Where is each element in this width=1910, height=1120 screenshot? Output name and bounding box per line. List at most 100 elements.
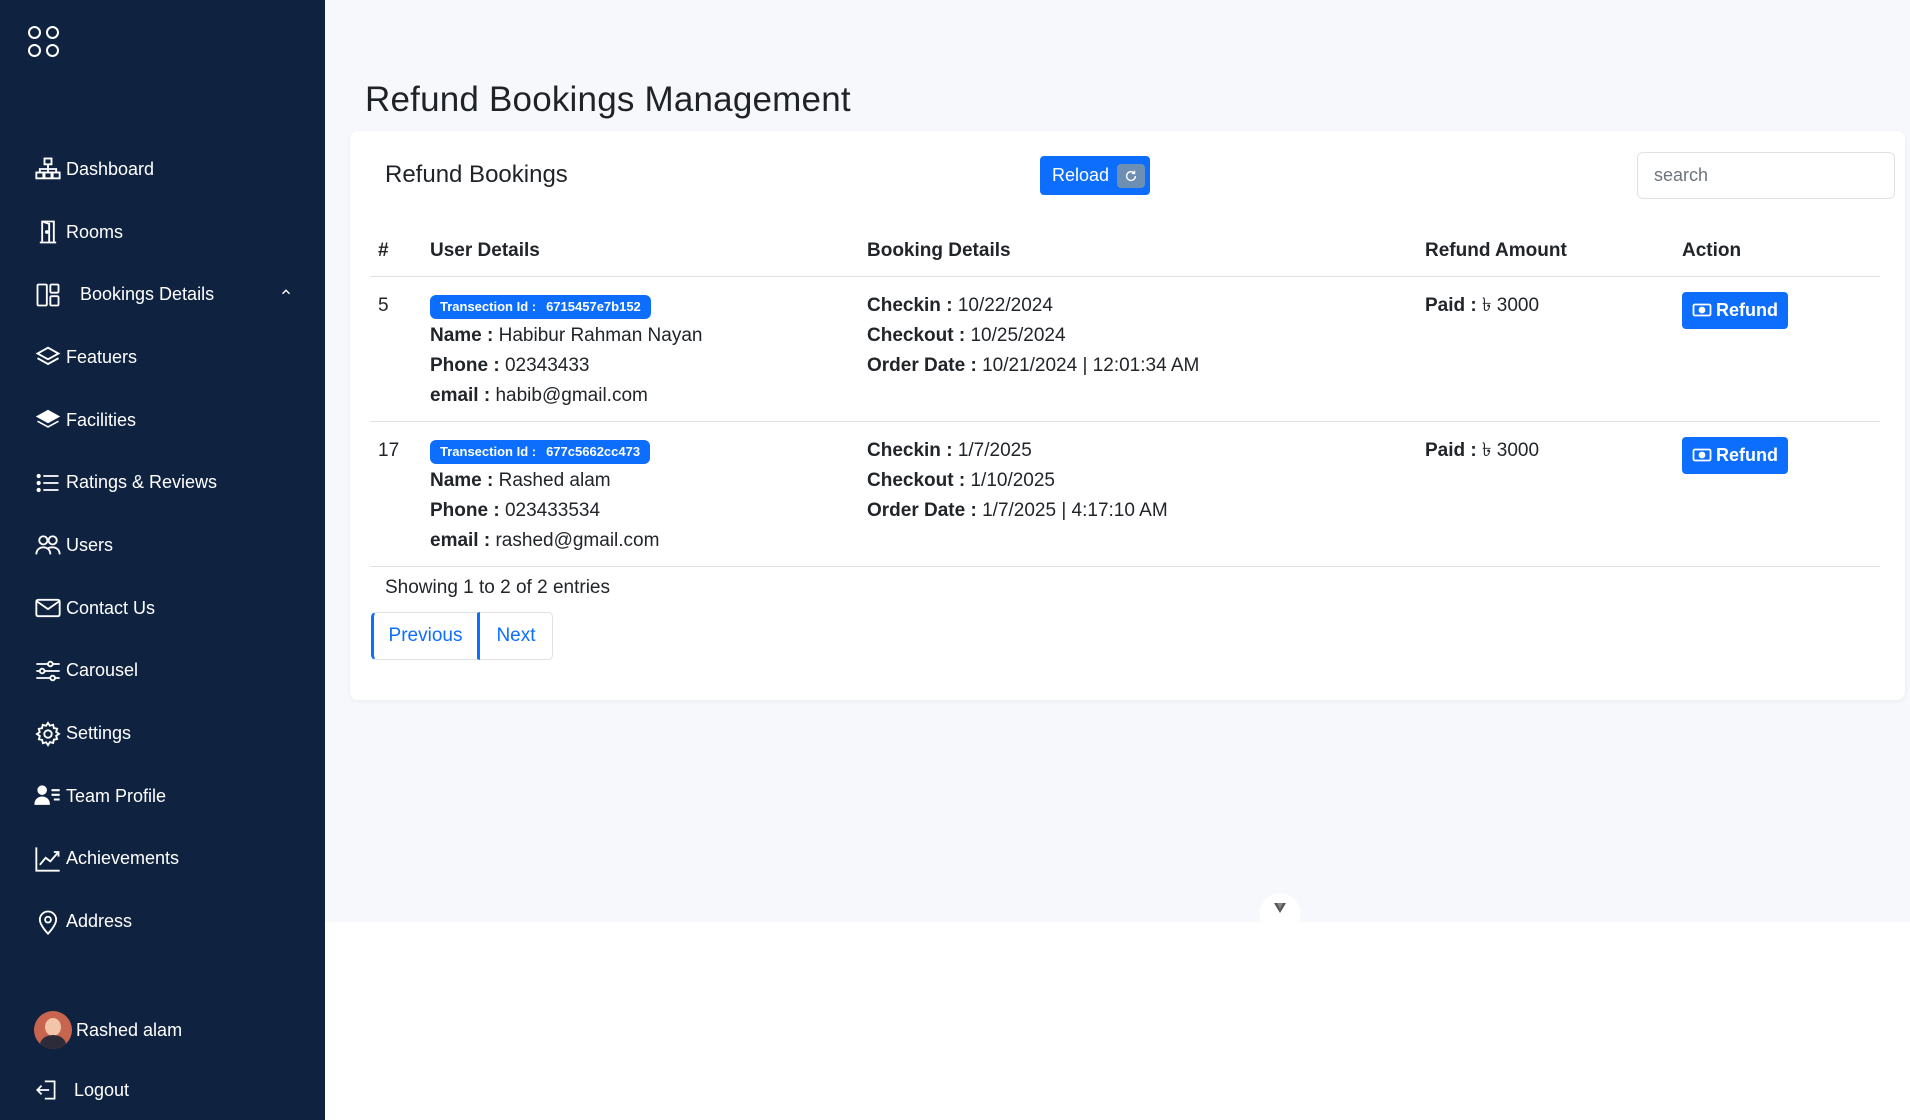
- sidebar-item-carousel[interactable]: Carousel: [0, 640, 325, 703]
- table-row: 5 Transection Id : 6715457e7b152 Name : H…: [370, 276, 1880, 422]
- list-icon: [36, 473, 59, 492]
- sidebar-item-dashboard[interactable]: Dashboard: [0, 138, 325, 201]
- paid-value: ৳ 3000: [1482, 439, 1540, 461]
- layout-icon: [36, 283, 60, 307]
- sidebar-item-achievements[interactable]: Achievements: [0, 828, 325, 891]
- sidebar-item-address[interactable]: Address: [0, 890, 325, 953]
- cash-icon: [1692, 448, 1712, 462]
- booking-details-cell: Checkin : 1/7/2025 Checkout : 1/10/2025 …: [859, 421, 1417, 567]
- order-date-label: Order Date :: [867, 354, 977, 376]
- column-header-refund-amount: Refund Amount: [1417, 226, 1674, 277]
- refund-amount-cell: Paid : ৳ 3000: [1417, 421, 1674, 567]
- people-icon: [35, 535, 61, 555]
- checkin-line: Checkin : 1/7/2025: [867, 436, 1409, 466]
- reload-badge: [1117, 163, 1146, 188]
- sidebar-item-contact-us[interactable]: Contact Us: [0, 577, 325, 640]
- sitemap-icon: [35, 157, 61, 180]
- phone-line: Phone : 02343433: [430, 351, 851, 381]
- order-date-line: Order Date : 10/21/2024 | 12:01:34 AM: [867, 351, 1409, 381]
- person-lines-icon: [34, 785, 60, 806]
- user-name-line: Name : Rashed alam: [430, 466, 851, 496]
- refund-bookings-table: # User Details Booking Details Refund Am…: [370, 226, 1880, 567]
- layers-icon: [35, 347, 61, 366]
- sidebar-item-label: Users: [66, 534, 114, 555]
- refund-amount-cell: Paid : ৳ 3000: [1417, 276, 1674, 422]
- checkout-value: 1/10/2025: [970, 469, 1055, 491]
- name-value: Habibur Rahman Nayan: [498, 324, 703, 346]
- checkin-value: 1/7/2025: [957, 439, 1032, 461]
- sidebar-item-rooms[interactable]: Rooms: [0, 201, 325, 264]
- graph-up-icon: [35, 847, 60, 872]
- logout-label: Logout: [74, 1079, 130, 1100]
- paid-value: ৳ 3000: [1482, 294, 1540, 316]
- app-logo-icon[interactable]: [28, 26, 62, 60]
- checkout-label: Checkout :: [867, 469, 966, 491]
- row-number: 17: [370, 421, 422, 567]
- refund-bookings-card: Refund Bookings Reload # User Details Bo…: [350, 131, 1905, 700]
- action-cell: Refund: [1674, 276, 1880, 422]
- email-line: email : rashed@gmail.com: [430, 526, 851, 556]
- main-content: Refund Bookings Management Refund Bookin…: [325, 0, 1910, 923]
- phone-value: 023433534: [504, 499, 601, 521]
- sidebar-item-bookings-details[interactable]: Bookings Details: [0, 263, 325, 326]
- sidebar-item-label: Carousel: [66, 660, 139, 681]
- sidebar-item-label: Bookings Details: [80, 284, 215, 305]
- order-date-label: Order Date :: [867, 499, 977, 521]
- user-details-cell: Transection Id : 6715457e7b152 Name : Hab…: [422, 276, 859, 422]
- user-details-cell: Transection Id : 677c5662cc473 Name : Ras…: [422, 421, 859, 567]
- chevron-up-icon[interactable]: [279, 285, 293, 299]
- refund-button[interactable]: Refund: [1682, 291, 1788, 329]
- door-icon: [39, 220, 57, 244]
- paid-label: Paid :: [1425, 294, 1477, 316]
- table-header-row: # User Details Booking Details Refund Am…: [370, 226, 1880, 277]
- sidebar: Dashboard Rooms Bookings Details Featuer…: [0, 0, 325, 1120]
- column-header-number: #: [370, 226, 422, 277]
- refund-button[interactable]: Refund: [1682, 436, 1788, 474]
- envelope-icon: [35, 599, 61, 618]
- transaction-id-label: Transection Id :: [440, 298, 537, 314]
- sidebar-item-settings[interactable]: Settings: [0, 702, 325, 765]
- sidebar-item-label: Dashboard: [66, 158, 155, 179]
- sidebar-item-label: Achievements: [66, 848, 180, 869]
- scroll-down-toggle[interactable]: [1260, 893, 1300, 923]
- logout-button[interactable]: Logout: [34, 1077, 129, 1103]
- refund-label: Refund: [1716, 444, 1778, 465]
- transaction-id-value: 6715457e7b152: [546, 298, 641, 314]
- transaction-id-label: Transection Id :: [440, 443, 537, 459]
- checkin-label: Checkin :: [867, 294, 953, 316]
- column-header-user-details: User Details: [422, 226, 859, 277]
- row-number: 5: [370, 276, 422, 422]
- sidebar-item-label: Featuers: [66, 346, 138, 367]
- checkout-line: Checkout : 1/10/2025: [867, 466, 1409, 496]
- next-page-button[interactable]: Next: [480, 612, 553, 660]
- sidebar-item-ratings-reviews[interactable]: Ratings & Reviews: [0, 451, 325, 514]
- pagination: Previous Next: [371, 612, 553, 660]
- reload-label: Reload: [1052, 165, 1110, 185]
- paid-label: Paid :: [1425, 439, 1477, 461]
- sidebar-item-facilities[interactable]: Facilities: [0, 389, 325, 452]
- name-label: Name :: [430, 324, 494, 346]
- sidebar-item-label: Address: [66, 911, 133, 932]
- card-title: Refund Bookings: [385, 161, 568, 188]
- sidebar-item-featuers[interactable]: Featuers: [0, 326, 325, 389]
- order-date-value: 10/21/2024 | 12:01:34 AM: [982, 354, 1200, 376]
- user-name-line: Name : Habibur Rahman Nayan: [430, 321, 851, 351]
- email-label: email :: [430, 384, 491, 406]
- column-header-action: Action: [1674, 226, 1880, 277]
- sidebar-item-label: Settings: [66, 723, 132, 744]
- transaction-id-badge: Transection Id : 6715457e7b152: [430, 294, 651, 319]
- sidebar-item-team-profile[interactable]: Team Profile: [0, 765, 325, 828]
- current-user[interactable]: Rashed alam: [34, 1011, 182, 1049]
- sidebar-item-label: Rooms: [66, 221, 124, 242]
- sliders-icon: [36, 660, 60, 682]
- checkin-line: Checkin : 10/22/2024: [867, 291, 1409, 321]
- reload-button[interactable]: Reload: [1040, 156, 1150, 195]
- user-name: Rashed alam: [76, 1019, 183, 1040]
- transaction-id-badge: Transection Id : 677c5662cc473: [430, 439, 651, 464]
- email-line: email : habib@gmail.com: [430, 381, 851, 411]
- previous-page-button[interactable]: Previous: [371, 612, 480, 660]
- geo-icon: [38, 910, 58, 935]
- refresh-icon: [1125, 170, 1137, 181]
- search-input[interactable]: [1637, 152, 1895, 199]
- sidebar-item-users[interactable]: Users: [0, 514, 325, 577]
